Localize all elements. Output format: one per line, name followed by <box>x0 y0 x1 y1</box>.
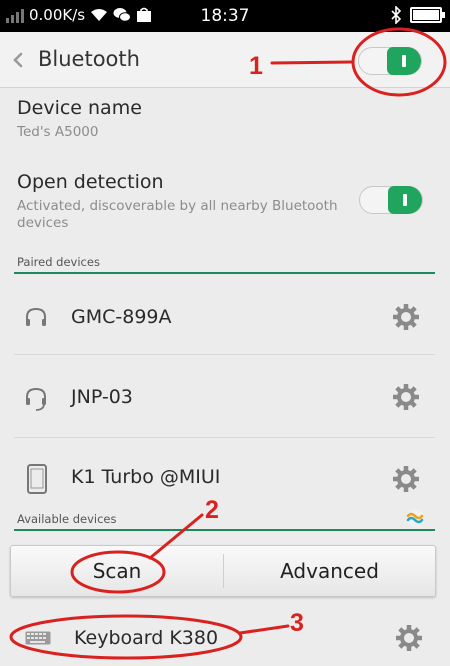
open-detection-label: Open detection <box>17 171 164 193</box>
available-devices-divider <box>14 529 435 531</box>
open-detection-desc-1: Activated, discoverable by all nearby Bl… <box>17 198 338 214</box>
bluetooth-status-icon <box>391 6 402 24</box>
device-settings-gear-icon[interactable] <box>394 623 424 653</box>
paired-device-name: K1 Turbo @MIUI <box>71 466 221 488</box>
headphones-icon <box>26 307 46 326</box>
open-detection-desc-2: devices <box>17 215 69 231</box>
action-button-bar: Scan Advanced <box>10 545 436 597</box>
paired-devices-header: Paired devices <box>17 255 100 269</box>
clock: 18:37 <box>200 6 250 26</box>
device-settings-gear-icon[interactable] <box>391 464 421 494</box>
keyboard-icon <box>25 631 51 645</box>
toggle-knob <box>388 186 422 214</box>
available-device-name: Keyboard K380 <box>74 627 219 649</box>
device-name-value: Ted's A5000 <box>17 124 99 140</box>
paired-device-name: GMC-899A <box>71 306 172 328</box>
annotation-line-3 <box>238 624 290 635</box>
annotation-number-2: 2 <box>205 496 219 524</box>
back-arrow-icon[interactable] <box>10 50 26 70</box>
page-title: Bluetooth <box>38 47 140 71</box>
toggle-knob <box>387 47 421 75</box>
device-name-label: Device name <box>17 97 142 119</box>
available-devices-header: Available devices <box>17 512 117 526</box>
paired-devices-divider <box>14 272 435 274</box>
battery-icon <box>410 7 445 23</box>
phone-icon <box>27 464 47 494</box>
status-bar: 0.00K/s 18:37 <box>0 0 450 32</box>
paired-device-name: JNP-03 <box>71 386 133 408</box>
advanced-button[interactable]: Advanced <box>224 546 435 596</box>
device-settings-gear-icon[interactable] <box>391 302 421 332</box>
open-detection-toggle[interactable] <box>359 186 423 214</box>
annotation-number-1: 1 <box>249 52 263 80</box>
row-divider <box>14 437 435 438</box>
bluetooth-toggle[interactable] <box>358 47 422 75</box>
headset-icon <box>26 387 46 411</box>
annotation-number-3: 3 <box>290 609 304 637</box>
device-settings-gear-icon[interactable] <box>391 382 421 412</box>
loading-spinner-icon <box>406 509 424 527</box>
status-right <box>390 6 445 24</box>
row-divider <box>14 354 435 355</box>
scan-button[interactable]: Scan <box>11 546 223 596</box>
